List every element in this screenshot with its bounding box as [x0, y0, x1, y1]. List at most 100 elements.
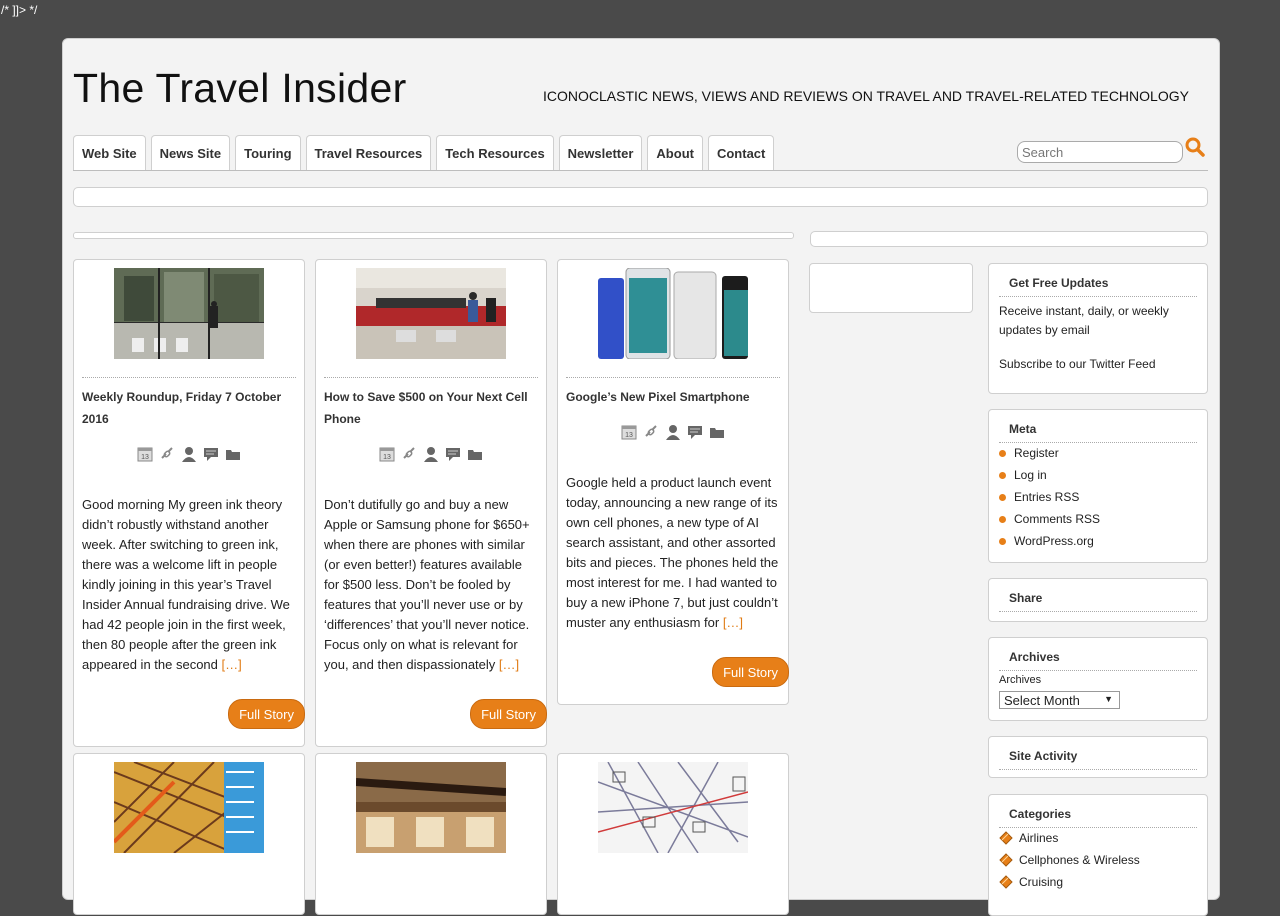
meta-widget: Meta Register Log in Entries RSS Comment…	[988, 409, 1208, 563]
site-activity-widget: Site Activity	[988, 736, 1208, 778]
post-excerpt: Don’t dutifully go and buy a new Apple o…	[324, 495, 538, 675]
category-icon	[999, 853, 1013, 867]
author-icon[interactable]	[423, 446, 439, 462]
search-input[interactable]	[1017, 141, 1183, 163]
post-title[interactable]: Google’s New Pixel Smartphone	[566, 386, 780, 408]
meta-list: Register Log in Entries RSS Comments RSS…	[993, 442, 1199, 552]
meta-link-entries-rss[interactable]: Entries RSS	[1014, 488, 1079, 507]
widget-separator	[999, 670, 1197, 671]
post-separator	[566, 377, 780, 378]
category-link-cruising[interactable]: Cruising	[1019, 873, 1063, 892]
link-icon[interactable]	[401, 446, 417, 462]
post-card: Google’s New Pixel Smartphone 13 Google …	[557, 259, 789, 705]
category-icon	[999, 831, 1013, 845]
nav-item-about[interactable]: About	[647, 135, 703, 170]
nav-item-web-site[interactable]: Web Site	[73, 135, 146, 170]
banner-bar	[73, 187, 1208, 207]
svg-text:13: 13	[383, 454, 391, 461]
calendar-icon[interactable]: 13	[137, 446, 153, 462]
author-icon[interactable]	[665, 424, 681, 440]
post-card	[557, 753, 789, 915]
calendar-icon[interactable]: 13	[621, 424, 637, 440]
read-more-link[interactable]: […]	[499, 657, 519, 672]
widget-title: Archives	[1009, 650, 1060, 664]
folder-icon[interactable]	[467, 446, 483, 462]
full-story-button[interactable]: Full Story	[712, 657, 789, 687]
nav-item-contact[interactable]: Contact	[707, 135, 775, 170]
page-container: The Travel Insider ICONOCLASTIC NEWS, VI…	[62, 38, 1220, 916]
post-card: How to Save $500 on Your Next Cell Phone…	[315, 259, 547, 747]
script-artifact-text: /* ]]> */	[1, 3, 38, 17]
site-tagline: ICONOCLASTIC NEWS, VIEWS AND REVIEWS ON …	[543, 88, 1189, 104]
sidebar-empty-box	[809, 263, 973, 313]
meta-link-login[interactable]: Log in	[1014, 466, 1047, 485]
archives-select[interactable]: Select Month ▼	[999, 691, 1120, 709]
post-excerpt: Google held a product launch event today…	[566, 473, 780, 633]
categories-list: Airlines Cellphones & Wireless Cruising	[999, 827, 1199, 893]
comments-icon[interactable]	[687, 424, 703, 440]
post-excerpt-text: Good morning My green ink theory didn’t …	[82, 497, 290, 672]
read-more-link[interactable]: […]	[222, 657, 242, 672]
folder-icon[interactable]	[225, 446, 241, 462]
search-icon[interactable]	[1184, 136, 1206, 158]
chevron-down-icon: ▼	[1104, 694, 1113, 704]
widget-title: Categories	[1009, 807, 1072, 821]
meta-link-comments-rss[interactable]: Comments RSS	[1014, 510, 1100, 529]
widget-title: Share	[1009, 591, 1043, 605]
post-thumbnail[interactable]	[356, 762, 506, 853]
svg-text:13: 13	[141, 454, 149, 461]
archives-label: Archives	[999, 674, 1042, 686]
widget-separator	[999, 769, 1197, 770]
post-meta-icons: 13	[74, 446, 304, 462]
nav-item-touring[interactable]: Touring	[235, 135, 301, 170]
list-item: Entries RSS	[993, 486, 1199, 508]
post-card: Weekly Roundup, Friday 7 October 2016 13…	[73, 259, 305, 747]
link-icon[interactable]	[643, 424, 659, 440]
calendar-icon[interactable]: 13	[379, 446, 395, 462]
category-link-airlines[interactable]: Airlines	[1019, 829, 1058, 848]
nav-divider	[73, 170, 1208, 171]
widget-body: Archives Select Month ▼	[999, 674, 1199, 709]
post-excerpt-text: Don’t dutifully go and buy a new Apple o…	[324, 497, 530, 672]
list-item: Log in	[993, 464, 1199, 486]
updates-text[interactable]: Receive instant, daily, or weekly update…	[999, 302, 1199, 340]
post-meta-icons: 13	[316, 446, 546, 462]
bullet-icon	[999, 471, 1006, 479]
site-title[interactable]: The Travel Insider	[73, 65, 407, 112]
bullet-icon	[999, 493, 1006, 501]
folder-icon[interactable]	[709, 424, 725, 440]
main-nav: Web Site News Site Touring Travel Resour…	[73, 135, 775, 170]
comments-icon[interactable]	[203, 446, 219, 462]
nav-item-tech-resources[interactable]: Tech Resources	[436, 135, 554, 170]
post-thumbnail[interactable]	[114, 268, 264, 359]
comments-icon[interactable]	[445, 446, 461, 462]
author-icon[interactable]	[181, 446, 197, 462]
updates-widget: Get Free Updates Receive instant, daily,…	[988, 263, 1208, 394]
post-title[interactable]: How to Save $500 on Your Next Cell Phone	[324, 386, 538, 430]
nav-item-news-site[interactable]: News Site	[150, 135, 231, 170]
widget-title: Site Activity	[1009, 749, 1078, 763]
post-thumbnail[interactable]	[356, 268, 506, 359]
full-story-button[interactable]: Full Story	[470, 699, 547, 729]
post-thumbnail[interactable]	[114, 762, 264, 853]
widget-separator	[999, 611, 1197, 612]
nav-item-newsletter[interactable]: Newsletter	[558, 135, 643, 170]
link-icon[interactable]	[159, 446, 175, 462]
svg-text:13: 13	[625, 432, 633, 439]
share-widget: Share	[988, 578, 1208, 622]
sidebar-bar	[810, 231, 1208, 247]
nav-item-travel-resources[interactable]: Travel Resources	[305, 135, 432, 170]
full-story-button[interactable]: Full Story	[228, 699, 305, 729]
meta-link-wordpress[interactable]: WordPress.org	[1014, 532, 1094, 551]
post-separator	[82, 377, 296, 378]
widget-title: Get Free Updates	[1009, 276, 1109, 290]
post-thumbnail[interactable]	[598, 762, 748, 853]
post-title[interactable]: Weekly Roundup, Friday 7 October 2016	[82, 386, 296, 430]
list-item: Airlines	[999, 827, 1199, 849]
read-more-link[interactable]: […]	[723, 615, 743, 630]
post-thumbnail[interactable]	[598, 268, 748, 359]
meta-link-register[interactable]: Register	[1014, 444, 1059, 463]
category-link-cellphones[interactable]: Cellphones & Wireless	[1019, 851, 1140, 870]
twitter-link[interactable]: Subscribe to our Twitter Feed	[999, 355, 1199, 374]
widget-separator	[999, 296, 1197, 297]
